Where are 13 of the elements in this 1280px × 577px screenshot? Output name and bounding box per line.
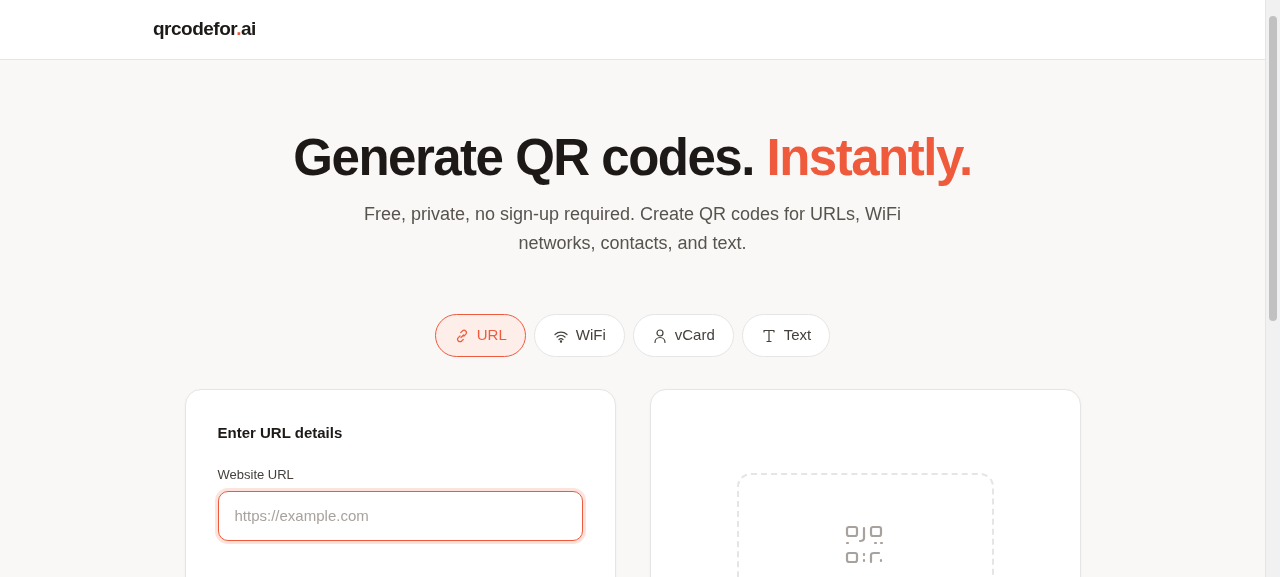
field-label: Website URL	[217, 466, 295, 485]
person-icon	[651, 327, 668, 344]
tab[interactable]: WiFi	[533, 314, 625, 358]
card-title: Enter URL details	[217, 424, 344, 443]
logo[interactable]: qrcodefor.ai	[153, 15, 256, 44]
headline: Generate QR codes. Instantly.	[292, 130, 973, 187]
url-input-field[interactable]: https://example.com	[217, 490, 583, 541]
subtitle: Free, private, no sign-up required. Create QR codes for URLs, WiFi networks, contacts, and text.	[362, 203, 903, 256]
tab[interactable]: vCard	[632, 314, 734, 358]
scrollbar[interactable]	[1265, 0, 1280, 577]
text-icon	[760, 327, 777, 344]
qr-code-icon	[845, 525, 885, 566]
tab[interactable]: Text	[741, 314, 831, 358]
